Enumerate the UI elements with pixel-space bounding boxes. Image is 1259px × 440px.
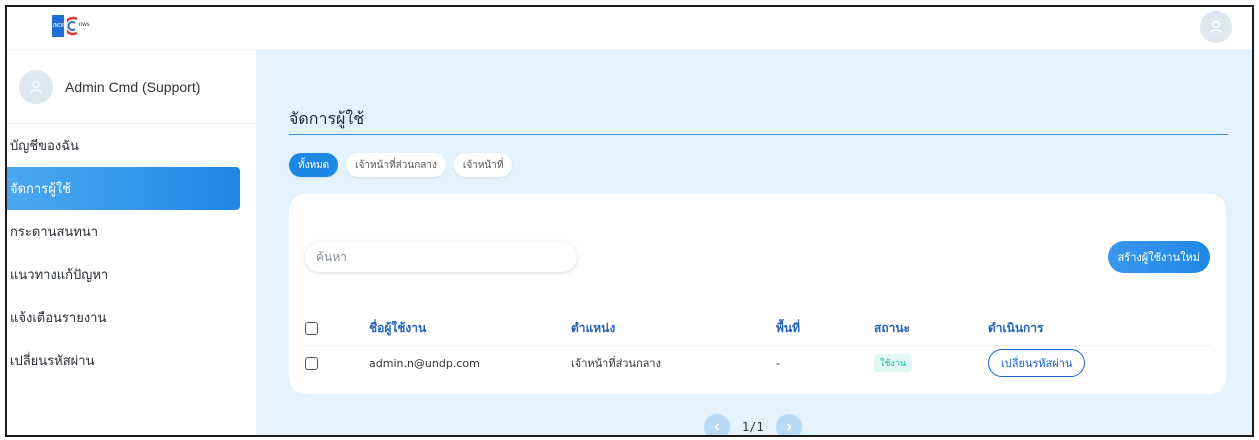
column-header-area[interactable]: พื้นที่ [776,312,874,346]
cell-position: เจ้าหน้าที่ส่วนกลาง [571,357,661,371]
sidebar-item-change-password[interactable]: เปลี่ยนรหัสผ่าน [7,339,256,382]
top-bar: UNDP nws [7,7,1252,50]
sidebar-item-forum[interactable]: กระดานสนทนา [7,210,256,253]
table-row: admin.n@undp.com เจ้าหน้าที่ส่วนกลาง - ใ… [305,345,1210,381]
user-icon [29,80,43,93]
svg-text:nws: nws [79,22,90,28]
sidebar-item-report-alerts[interactable]: แจ้งเตือนรายงาน [7,296,256,339]
tab-all[interactable]: ทั้งหมด [289,153,339,177]
sidebar-item-manage-users[interactable]: จัดการผู้ใช้ [7,167,240,210]
sidebar-item-label: จัดการผู้ใช้ [10,182,72,197]
row-select-cell [305,345,369,381]
user-icon [1209,20,1223,34]
column-header-position[interactable]: ตำแหน่ง [571,312,776,346]
cell-username: admin.n@undp.com [369,356,480,370]
title-divider [289,134,1228,135]
table-header-row: ชื่อผู้ใช้งาน ตำแหน่ง พื้นที่ สถานะ ดำเน… [305,312,1210,346]
cell-status: ใช้งาน [874,345,988,381]
sidebar-profile[interactable]: Admin Cmd (Support) [7,50,256,124]
brand-mark-icon: nws [67,15,97,37]
app-window: UNDP nws Admin Cmd (Support) บัญชีของฉัน… [5,5,1254,437]
column-header-actions: ดำเนินการ [988,312,1210,346]
main-content: จัดการผู้ใช้ ทั้งหมด เจ้าหน้าที่ส่วนกลาง… [257,50,1252,435]
column-header-status[interactable]: สถานะ [874,312,988,346]
sidebar-item-label: แจ้งเตือนรายงาน [10,311,107,326]
logo-text: UNDP [50,22,66,29]
users-card: สร้างผู้ใช้งานใหม่ ชื่อผู้ใช้งาน ตำแหน่ง… [289,194,1226,394]
tab-central-staff[interactable]: เจ้าหน้าที่ส่วนกลาง [346,153,446,177]
sidebar-item-label: กระดานสนทนา [10,225,99,240]
profile-avatar [19,69,53,104]
page-indicator: 1/1 [742,420,764,434]
status-badge: ใช้งาน [874,354,913,373]
pagination: 1/1 [704,414,802,435]
sidebar: Admin Cmd (Support) บัญชีของฉัน จัดการผู… [7,50,257,435]
create-user-button[interactable]: สร้างผู้ใช้งานใหม่ [1107,241,1210,273]
select-all-cell [305,312,369,346]
next-page-button[interactable] [775,414,802,435]
page-title: จัดการผู้ใช้ [289,109,365,128]
undp-logo-icon: UNDP [50,15,66,37]
row-checkbox[interactable] [305,357,318,370]
chevron-right-icon [786,423,792,431]
cell-area: - [776,356,780,370]
profile-name: Admin Cmd (Support) [65,78,201,95]
tab-staff[interactable]: เจ้าหน้าที่ [453,153,513,177]
filter-tabs: ทั้งหมด เจ้าหน้าที่ส่วนกลาง เจ้าหน้าที่ [289,153,513,177]
sidebar-item-label: บัญชีของฉัน [10,139,79,154]
sidebar-item-solutions[interactable]: แนวทางแก้ปัญหา [7,253,256,296]
prev-page-button[interactable] [704,414,730,435]
logo[interactable]: UNDP nws [50,15,97,37]
sidebar-item-my-account[interactable]: บัญชีของฉัน [7,124,256,167]
change-password-button[interactable]: เปลี่ยนรหัสผ่าน [988,349,1086,378]
sidebar-item-label: เปลี่ยนรหัสผ่าน [10,354,95,369]
users-table: ชื่อผู้ใช้งาน ตำแหน่ง พื้นที่ สถานะ ดำเน… [305,312,1210,381]
cell-actions: เปลี่ยนรหัสผ่าน [988,345,1210,381]
chevron-left-icon [714,423,720,431]
search-input[interactable] [305,242,577,272]
sidebar-item-label: แนวทางแก้ปัญหา [10,268,109,283]
column-header-username[interactable]: ชื่อผู้ใช้งาน [369,312,571,346]
user-avatar-button[interactable] [1200,11,1232,43]
select-all-checkbox[interactable] [305,322,318,336]
